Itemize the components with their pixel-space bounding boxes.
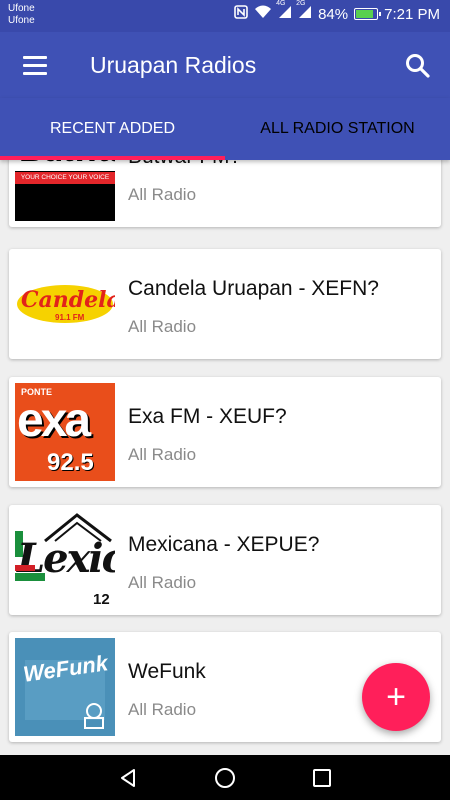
station-title: Exa FM - XEUF?	[128, 405, 287, 428]
logo-text: Lexic	[17, 535, 115, 582]
network-type-1: 4G	[276, 0, 286, 7]
station-card[interactable]: Lexic 12 Mexicana - XEPUE? All Radio	[9, 505, 441, 615]
battery-percent: 84%	[318, 5, 349, 23]
carrier-info: Ufone Ufone	[8, 3, 35, 27]
station-subtitle: All Radio	[128, 185, 197, 204]
tab-all-radio-station[interactable]: ALL RADIO STATION	[225, 98, 450, 160]
carrier-1: Ufone	[8, 3, 35, 14]
station-logo-butwar: Butwar YOUR CHOICE YOUR VOICE	[15, 160, 115, 221]
logo-freq: 92.5	[47, 449, 94, 476]
add-icon[interactable]: +	[362, 663, 430, 731]
logo-tagline: YOUR CHOICE YOUR VOICE	[15, 172, 115, 184]
station-title: Butwar FM?	[128, 160, 241, 169]
network-type-2: 2G	[296, 0, 306, 7]
station-subtitle: All Radio	[128, 445, 197, 464]
wifi-icon	[254, 5, 272, 23]
station-logo-wefunk: WeFunk	[15, 638, 115, 736]
logo-text: Candela	[21, 287, 115, 313]
tab-recent-added[interactable]: RECENT ADDED	[0, 98, 225, 160]
status-icons: 4G 2G 84% 7:21 PM	[234, 0, 440, 23]
back-icon[interactable]	[114, 764, 142, 792]
app-title: Uruapan Radios	[90, 52, 257, 78]
app-bar: Uruapan Radios	[0, 32, 450, 98]
station-subtitle: All Radio	[128, 573, 197, 592]
station-card[interactable]: Candela 91.1 FM Candela Uruapan - XEFN? …	[9, 249, 441, 359]
carrier-2: Ufone	[8, 15, 35, 26]
recents-icon[interactable]	[308, 764, 336, 792]
signal-1-icon: 4G	[276, 0, 292, 23]
system-nav-bar	[0, 755, 450, 800]
logo-freq: 91.1 FM	[55, 313, 85, 322]
station-logo-candela: Candela 91.1 FM	[15, 255, 115, 353]
station-logo-exa: PONTE exa 92.5	[15, 383, 115, 481]
nfc-icon	[234, 5, 248, 23]
logo-text: Butwar	[19, 160, 115, 170]
station-card[interactable]: Butwar YOUR CHOICE YOUR VOICE Butwar FM?…	[9, 160, 441, 227]
battery-icon	[354, 8, 382, 20]
hamburger-menu-icon[interactable]	[18, 50, 52, 80]
station-logo-mexicana: Lexic 12	[15, 511, 115, 609]
tab-bar: RECENT ADDED ALL RADIO STATION	[0, 98, 450, 160]
search-icon[interactable]	[402, 50, 434, 82]
signal-2-icon: 2G	[296, 0, 312, 23]
home-icon[interactable]	[211, 764, 239, 792]
app-screen: Ufone Ufone 4G 2G 84% 7:21 PM Uruapan Ra…	[0, 0, 450, 800]
logo-text: exa	[17, 394, 91, 447]
station-title: WeFunk	[128, 660, 206, 683]
station-title: Mexicana - XEPUE?	[128, 533, 320, 556]
station-subtitle: All Radio	[128, 700, 197, 719]
station-subtitle: All Radio	[128, 317, 197, 336]
station-title: Candela Uruapan - XEFN?	[128, 277, 379, 300]
logo-freq: 12	[93, 591, 110, 608]
station-card[interactable]: PONTE exa 92.5 Exa FM - XEUF? All Radio	[9, 377, 441, 487]
status-bar: Ufone Ufone 4G 2G 84% 7:21 PM	[0, 0, 450, 32]
clock: 7:21 PM	[384, 5, 440, 23]
